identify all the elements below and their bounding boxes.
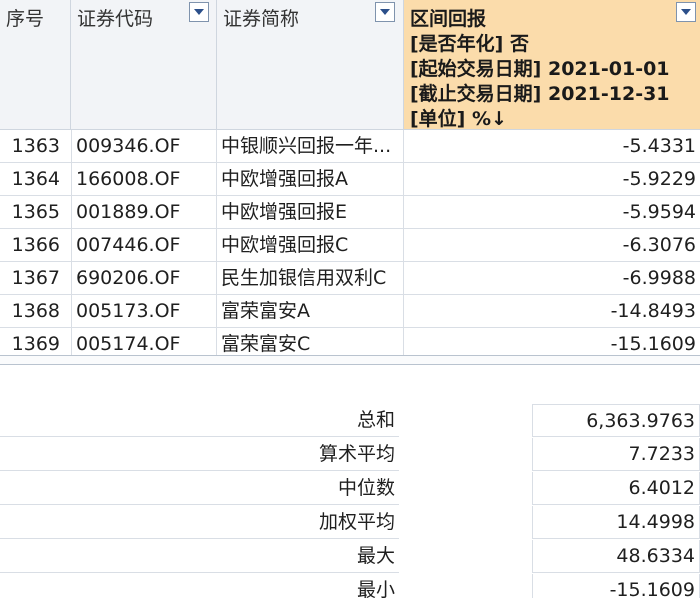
column-header-name[interactable]: 证券简称 (217, 0, 404, 130)
summary-label: 总和 (0, 404, 399, 437)
summary-row: 最大 48.6334 (0, 540, 700, 574)
name-cell: 富荣富安A (221, 300, 310, 322)
table-row[interactable]: 1366 007446.OF 中欧增强回报C -6.3076 (0, 229, 700, 262)
return-header-annualized: [是否年化] 否 (410, 33, 529, 55)
seq-cell: 1367 (11, 267, 60, 289)
return-cell: -5.9229 (622, 168, 696, 190)
summary-value: 6.4012 (532, 472, 700, 505)
code-cell: 005174.OF (76, 333, 181, 355)
return-header-end-date: [截止交易日期] 2021-12-31 (410, 83, 670, 105)
summary-label: 中位数 (0, 472, 399, 505)
summary-label: 最小 (0, 574, 399, 598)
name-cell: 民生加银信用双利C (221, 267, 387, 289)
filter-dropdown-icon[interactable] (189, 2, 209, 22)
column-header-code[interactable]: 证券代码 (71, 0, 217, 130)
return-cell: -14.8493 (610, 300, 696, 322)
seq-cell: 1365 (11, 201, 60, 223)
name-cell: 中欧增强回报E (221, 201, 348, 223)
summary-value: 14.4998 (532, 506, 700, 539)
table-row[interactable]: 1369 005174.OF 富荣富安C -15.1609 (0, 328, 700, 355)
summary-value: -15.1609 (532, 574, 700, 598)
name-cell: 中欧增强回报A (221, 168, 348, 190)
column-header-name-label: 证券简称 (223, 8, 300, 30)
code-cell: 007446.OF (76, 234, 181, 256)
code-cell: 166008.OF (76, 168, 181, 190)
summary-label: 算术平均 (0, 438, 399, 471)
pane-splitter[interactable] (0, 355, 700, 365)
column-header-return[interactable]: 区间回报 [是否年化] 否 [起始交易日期] 2021-01-01 [截止交易日… (404, 0, 700, 130)
column-divider (71, 130, 72, 355)
table-row[interactable]: 1365 001889.OF 中欧增强回报E -5.9594 (0, 196, 700, 229)
column-header-seq[interactable]: 序号 (0, 0, 71, 130)
return-cell: -5.4331 (622, 135, 696, 157)
table-row[interactable]: 1368 005173.OF 富荣富安A -14.8493 (0, 295, 700, 328)
summary-row: 最小 -15.1609 (0, 574, 700, 598)
summary-value: 6,363.9763 (532, 404, 700, 437)
return-cell: -6.3076 (622, 234, 696, 256)
seq-cell: 1369 (11, 333, 60, 355)
column-divider (216, 130, 217, 355)
seq-cell: 1363 (11, 135, 60, 157)
return-cell: -5.9594 (622, 201, 696, 223)
summary-value: 7.7233 (532, 438, 700, 471)
return-cell: -15.1609 (610, 333, 696, 355)
table-row[interactable]: 1364 166008.OF 中欧增强回报A -5.9229 (0, 163, 700, 196)
summary-row: 中位数 6.4012 (0, 472, 700, 506)
name-cell: 富荣富安C (221, 333, 311, 355)
summary-row: 总和 6,363.9763 (0, 404, 700, 438)
code-cell: 690206.OF (76, 267, 181, 289)
seq-cell: 1364 (11, 168, 60, 190)
filter-dropdown-icon[interactable] (676, 2, 696, 22)
summary-label: 最大 (0, 540, 399, 573)
code-cell: 005173.OF (76, 300, 181, 322)
return-header-unit: [单位] %↓ (410, 108, 507, 130)
table-row[interactable]: 1363 009346.OF 中银顺兴回报一年... -5.4331 (0, 130, 700, 163)
table-row[interactable]: 1367 690206.OF 民生加银信用双利C -6.9988 (0, 262, 700, 295)
column-header-seq-label: 序号 (6, 8, 45, 30)
name-cell: 中银顺兴回报一年... (221, 135, 392, 157)
column-divider (403, 130, 404, 355)
return-header-title: 区间回报 (410, 8, 487, 30)
column-header-code-label: 证券代码 (77, 8, 154, 30)
summary-label: 加权平均 (0, 506, 399, 539)
return-header-start-date: [起始交易日期] 2021-01-01 (410, 58, 670, 80)
summary-value: 48.6334 (532, 540, 700, 573)
code-cell: 009346.OF (76, 135, 181, 157)
code-cell: 001889.OF (76, 201, 181, 223)
summary-row: 算术平均 7.7233 (0, 438, 700, 472)
return-cell: -6.9988 (622, 267, 696, 289)
name-cell: 中欧增强回报C (221, 234, 349, 256)
filter-dropdown-icon[interactable] (375, 2, 395, 22)
summary-row: 加权平均 14.4998 (0, 506, 700, 540)
seq-cell: 1366 (11, 234, 60, 256)
seq-cell: 1368 (11, 300, 60, 322)
